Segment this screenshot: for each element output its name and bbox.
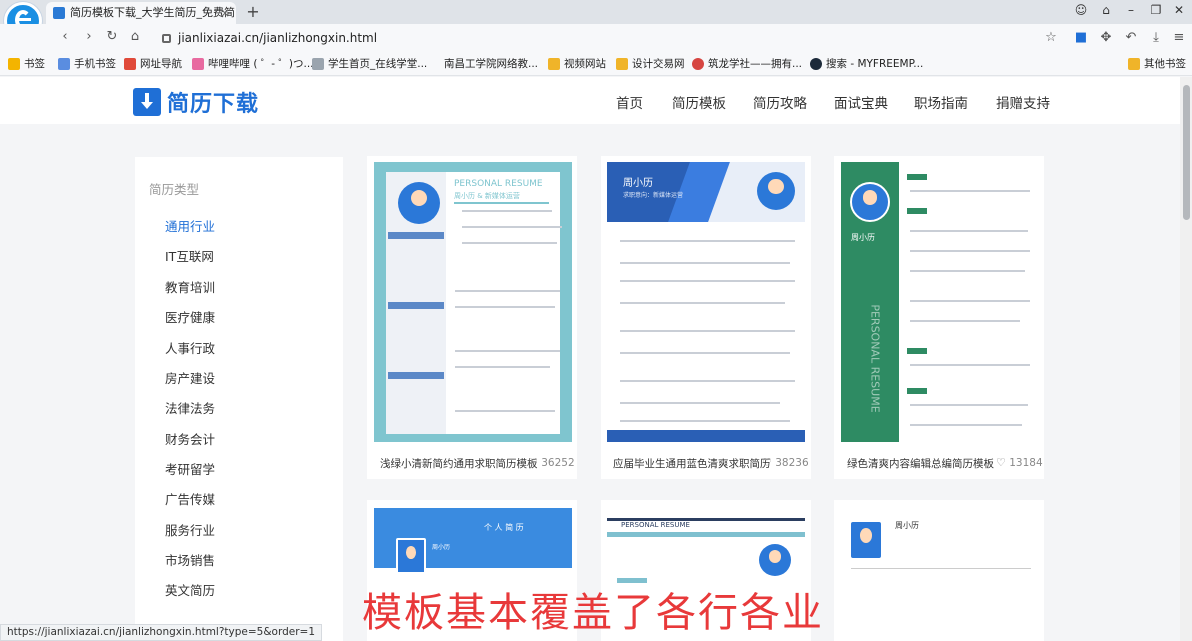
lock-icon: [162, 34, 171, 43]
site-logo[interactable]: 简历下载: [133, 87, 259, 117]
sidebar-item-hr[interactable]: 人事行政: [165, 338, 215, 357]
shirt-icon[interactable]: ⌂: [1097, 3, 1115, 17]
avatar: [850, 182, 890, 222]
bookmark-item[interactable]: 哔哩哔哩 ( ゜- ゜)つ...: [192, 57, 314, 71]
extension-icon[interactable]: ■: [1072, 30, 1090, 45]
scrollbar-thumb[interactable]: [1183, 85, 1190, 220]
star-icon: [8, 58, 20, 70]
resume-heading: 个 人 简 历: [484, 523, 524, 532]
sidebar-item-finance[interactable]: 财务会计: [165, 429, 215, 448]
download-icon[interactable]: ⤓: [1147, 30, 1165, 45]
heart-icon: ♡: [762, 456, 772, 469]
folder-icon: [548, 58, 560, 70]
url-text: jianlixiazai.cn/jianlizhongxin.html: [178, 31, 378, 45]
template-title[interactable]: 绿色清爽内容编辑总编简历模板: [847, 456, 994, 471]
puzzle-icon[interactable]: ✥: [1097, 30, 1115, 45]
bookmark-item[interactable]: 学生首页_在线学堂...: [312, 57, 427, 71]
avatar: [757, 172, 795, 210]
like-count[interactable]: ♡ 13184: [996, 456, 1043, 469]
nav-donate[interactable]: 捐赠支持: [996, 92, 1050, 112]
forward-icon[interactable]: ›: [80, 29, 98, 44]
student-icon: [312, 58, 324, 70]
sidebar-item-study[interactable]: 考研留学: [165, 459, 215, 478]
home-icon[interactable]: ⌂: [126, 29, 144, 44]
folder-icon: [1128, 58, 1140, 70]
bookmark-item[interactable]: 手机书签: [58, 57, 116, 71]
nav-interview[interactable]: 面试宝典: [834, 92, 888, 112]
bookmark-item[interactable]: 其他书签: [1128, 57, 1186, 71]
template-thumbnail[interactable]: PERSONAL RESUME 周小历 & 新媒体运营: [374, 162, 572, 442]
sidebar-item-service[interactable]: 服务行业: [165, 520, 215, 539]
sidebar-item-it[interactable]: IT互联网: [165, 246, 214, 265]
undo-icon[interactable]: ↶: [1122, 30, 1140, 45]
browser-tab[interactable]: 简历模板下载_大学生简历_免费简 ×: [46, 2, 236, 24]
reload-icon[interactable]: ↻: [103, 29, 121, 44]
avatar: [398, 182, 440, 224]
phone-icon: [58, 58, 70, 70]
back-icon[interactable]: ‹: [56, 29, 74, 44]
bookmark-item[interactable]: 筑龙学社——拥有...: [692, 57, 802, 71]
bookmark-item[interactable]: 网址导航: [124, 57, 182, 71]
restore-icon[interactable]: ❐: [1147, 3, 1165, 17]
avatar: [396, 538, 426, 574]
sidebar-item-legal[interactable]: 法律法务: [165, 398, 215, 417]
tab-title: 简历模板下载_大学生简历_免费简: [70, 6, 235, 19]
star-icon[interactable]: ☆: [1042, 30, 1060, 45]
bilibili-icon: [192, 58, 204, 70]
music-icon: [810, 58, 822, 70]
zhulong-icon: [692, 58, 704, 70]
video-caption: 模板基本覆盖了各行各业: [362, 590, 824, 636]
resume-heading: PERSONAL RESUME: [621, 521, 690, 529]
sidebar-item-media[interactable]: 广告传媒: [165, 489, 215, 508]
sidebar-item-general[interactable]: 通用行业: [165, 216, 215, 235]
nav-guides[interactable]: 简历攻略: [753, 92, 807, 112]
new-tab-button[interactable]: +: [244, 2, 262, 22]
nav-site-icon: [124, 58, 136, 70]
sidebar-item-sales[interactable]: 市场销售: [165, 550, 215, 569]
heart-icon: ♡: [996, 456, 1006, 469]
template-title[interactable]: 浅绿小清新简约通用求职简历模板: [380, 456, 538, 471]
avatar: [759, 544, 791, 576]
resume-name: 周小历: [623, 178, 653, 189]
account-icon[interactable]: ☺: [1072, 3, 1090, 17]
status-bar-url: https://jianlixiazai.cn/jianlizhongxin.h…: [0, 624, 323, 641]
nav-templates[interactable]: 简历模板: [672, 92, 726, 112]
resume-name: 周小历 & 新媒体运营: [454, 192, 520, 200]
bookmark-item[interactable]: 设计交易网: [616, 57, 685, 71]
resume-vertical-text: PERSONAL RESUME: [868, 304, 882, 413]
bookmark-item[interactable]: 书签: [8, 57, 45, 71]
resume-name: 周小历: [851, 233, 875, 242]
nav-home[interactable]: 首页: [616, 92, 643, 112]
download-icon: [133, 88, 161, 116]
sidebar-item-education[interactable]: 教育培训: [165, 277, 215, 296]
resume-subtitle: 求职意向：新媒体运营: [623, 192, 684, 199]
minimize-icon[interactable]: –: [1122, 3, 1140, 17]
tab-close-icon[interactable]: ×: [220, 2, 230, 24]
close-window-icon[interactable]: ✕: [1170, 3, 1188, 17]
sidebar-item-realestate[interactable]: 房产建设: [165, 368, 215, 387]
resume-name: 周小历: [895, 521, 919, 530]
template-thumbnail[interactable]: 周小历: [841, 508, 1039, 641]
like-count[interactable]: ♡ 36252: [528, 456, 575, 469]
tab-favicon-icon: [53, 7, 65, 19]
school-icon: [428, 58, 440, 70]
sidebar-title: 简历类型: [149, 182, 200, 197]
menu-icon[interactable]: ≡: [1170, 30, 1188, 45]
like-count[interactable]: ♡ 38236: [762, 456, 809, 469]
sidebar-item-english[interactable]: 英文简历: [165, 580, 215, 599]
resume-name: 周小历: [432, 544, 451, 551]
resume-heading: PERSONAL RESUME: [454, 179, 543, 189]
avatar: [851, 522, 881, 558]
template-title[interactable]: 应届毕业生通用蓝色清爽求职简历: [613, 456, 771, 471]
bookmark-item[interactable]: 南昌工学院网络教...: [428, 57, 538, 71]
bookmark-item[interactable]: 搜索 - MYFREEMP...: [810, 57, 923, 71]
nav-career[interactable]: 职场指南: [914, 92, 968, 112]
heart-icon: ♡: [528, 456, 538, 469]
bookmark-item[interactable]: 视频网站: [548, 57, 606, 71]
folder-icon: [616, 58, 628, 70]
sidebar-item-medical[interactable]: 医疗健康: [165, 307, 215, 326]
template-thumbnail[interactable]: 周小历 PERSONAL RESUME: [841, 162, 1039, 442]
address-bar[interactable]: jianlixiazai.cn/jianlizhongxin.html: [158, 29, 1038, 48]
